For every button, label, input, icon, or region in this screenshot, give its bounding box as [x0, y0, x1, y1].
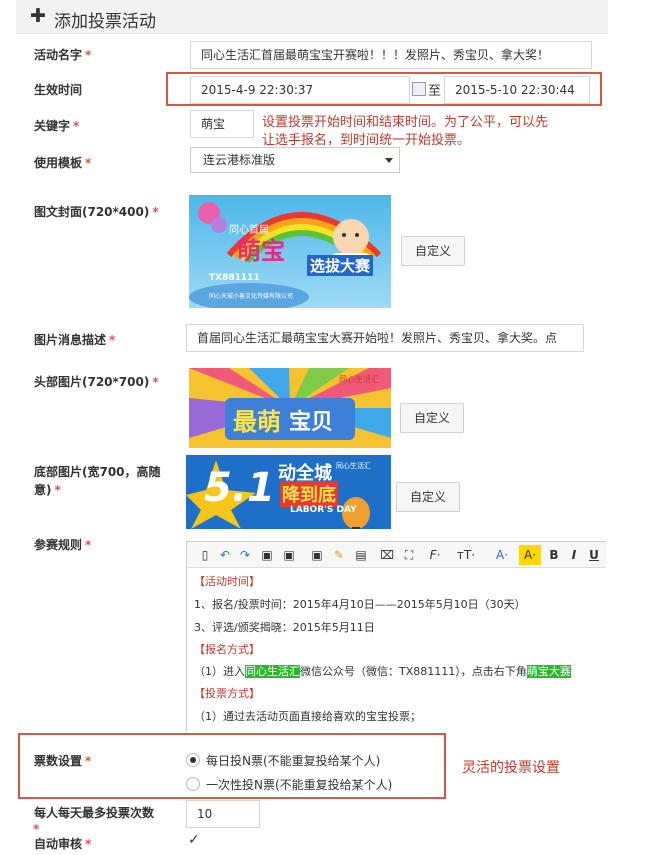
activity-name-input[interactable]: 同心生活汇首届最萌宝宝开赛啦！！！发照片、秀宝贝、拿大奖！ — [190, 41, 592, 69]
footer-image-t3: LABOR'S DAY — [290, 505, 357, 515]
cover-label: 图文封面(720*400) * — [34, 205, 159, 219]
remove-format-icon[interactable]: ⌧ — [379, 545, 395, 565]
header-image-custom-button[interactable]: 自定义 — [400, 403, 464, 433]
calendar-icon[interactable] — [412, 82, 426, 96]
editor-toolbar: ▯ ↶ ↷ ▣ ▣ ▣ ✎ ▤ ⌧ ⛶ F· тT· A· A· B I U — [187, 542, 606, 568]
fullscreen-icon[interactable]: ⛶ — [401, 545, 417, 565]
editor-line-4: 【报名方式】 — [194, 643, 260, 656]
rules-editor[interactable]: ▯ ↶ ↷ ▣ ▣ ▣ ✎ ▤ ⌧ ⛶ F· тT· A· A· B I U 【… — [186, 541, 606, 731]
italic-icon[interactable]: I — [567, 545, 581, 565]
footer-image-label-line2: 意) * — [34, 483, 61, 497]
chevron-down-icon — [385, 158, 393, 163]
font-size-icon[interactable]: тT· — [453, 545, 479, 565]
paste-icon[interactable]: ▣ — [259, 545, 275, 565]
cover-contact: TX881111 — [209, 273, 260, 283]
underline-icon[interactable]: U — [587, 545, 601, 565]
max-votes-input[interactable]: 10 — [186, 800, 260, 828]
bg-color-icon[interactable]: A· — [519, 545, 541, 565]
bold-icon[interactable]: B — [547, 545, 561, 565]
max-votes-label: 每人每天最多投票次数 — [34, 806, 155, 820]
paste-word-icon[interactable]: ▣ — [309, 545, 325, 565]
footer-image-label-line1: 底部图片(宽700，高随 — [34, 465, 161, 479]
editor-line-5: （1）进入同心生活汇微信公众号（微信：TX881111），点击右下角萌宝大赛 — [194, 665, 571, 678]
editor-line-1: 【活动时间】 — [194, 575, 260, 588]
brush-icon[interactable]: ✎ — [331, 545, 347, 565]
vote-daily-radio[interactable] — [186, 753, 200, 767]
redo-icon[interactable]: ↷ — [237, 545, 253, 565]
plus-icon: ✚ — [30, 5, 46, 27]
header-image-text-2: 宝贝 — [289, 410, 334, 435]
vote-note: 灵活的投票设置 — [462, 760, 560, 776]
vote-once-radio[interactable] — [186, 777, 200, 791]
radio-dot — [190, 757, 196, 763]
keyword-input[interactable]: 萌宝 — [190, 110, 254, 138]
vote-daily-label: 每日投N票(不能重复投给某个人) — [206, 754, 381, 768]
font-color-icon[interactable]: A· — [491, 545, 513, 565]
cover-image: 同心首届 萌宝 选拔大赛 TX881111 同心天城小善文化传媒有限公司 — [189, 195, 391, 308]
effective-time-label: 生效时间 — [34, 83, 83, 97]
template-select[interactable]: 连云港标准版 — [190, 147, 400, 173]
activity-name-label: 活动名字 * — [34, 48, 92, 62]
page-header: ✚ 添加投票活动 — [16, 0, 608, 34]
undo-icon[interactable]: ↶ — [217, 545, 233, 565]
header-image-small: 同心生活汇 — [339, 375, 379, 384]
header-image: 最萌 宝贝 同心生活汇 — [189, 368, 391, 448]
template-label: 使用模板 * — [34, 156, 92, 170]
footer-image-big: 5.1 — [204, 465, 275, 511]
cover-text-2: 萌宝 — [237, 237, 285, 265]
keyword-label: 关键字 * — [34, 119, 80, 133]
cover-company: 同心天城小善文化传媒有限公司 — [209, 293, 294, 300]
cover-custom-button[interactable]: 自定义 — [401, 236, 465, 266]
cover-text-3: 选拔大赛 — [307, 255, 374, 276]
editor-line-6: 【投票方式】 — [194, 687, 260, 700]
time-note-line1: 设置投票开始时间和结束时间。为了公平，可以先 — [262, 115, 549, 130]
source-icon[interactable]: ▯ — [197, 545, 213, 565]
header-image-label: 头部图片(720*700) * — [34, 375, 159, 389]
auto-review-label: 自动审核 * — [34, 837, 92, 851]
editor-line-3: 3、评选/颁奖揭晓：2015年5月11日 — [194, 621, 375, 634]
footer-image-brand: 同心生活汇 — [336, 462, 371, 470]
message-desc-input[interactable]: 首届同心生活汇最萌宝宝大赛开始啦！发照片、秀宝贝、拿大奖。点 — [186, 324, 584, 352]
rules-label: 参赛规则 * — [34, 538, 92, 552]
page-title: 添加投票活动 — [54, 12, 156, 32]
footer-image-custom-button[interactable]: 自定义 — [396, 482, 460, 512]
vote-setting-label: 票数设置 * — [34, 754, 92, 768]
time-separator: 至 — [428, 84, 442, 99]
footer-image: 5.1 动全城 降到底 LABOR'S DAY 同心生活汇 — [186, 455, 391, 529]
select-all-icon[interactable]: ▤ — [353, 545, 369, 565]
editor-line-7: （1）通过去活动页面直接给喜欢的宝宝投票； — [194, 710, 421, 723]
font-family-icon[interactable]: F· — [425, 545, 445, 565]
paste-text-icon[interactable]: ▣ — [281, 545, 297, 565]
message-desc-label: 图片消息描述 * — [34, 333, 116, 347]
auto-review-checkbox[interactable]: ✓ — [188, 832, 200, 848]
editor-line-2: 1、报名/投票时间：2015年4月10日——2015年5月10日（30天） — [194, 598, 526, 611]
vote-once-label: 一次性投N票(不能重复投给某个人) — [206, 778, 393, 792]
footer-image-t2: 降到底 — [280, 481, 338, 507]
start-time-input[interactable]: 2015-4-9 22:30:37 — [190, 76, 410, 104]
header-image-text-1: 最萌 — [233, 408, 281, 436]
end-time-input[interactable]: 2015-5-10 22:30:44 — [444, 76, 590, 104]
